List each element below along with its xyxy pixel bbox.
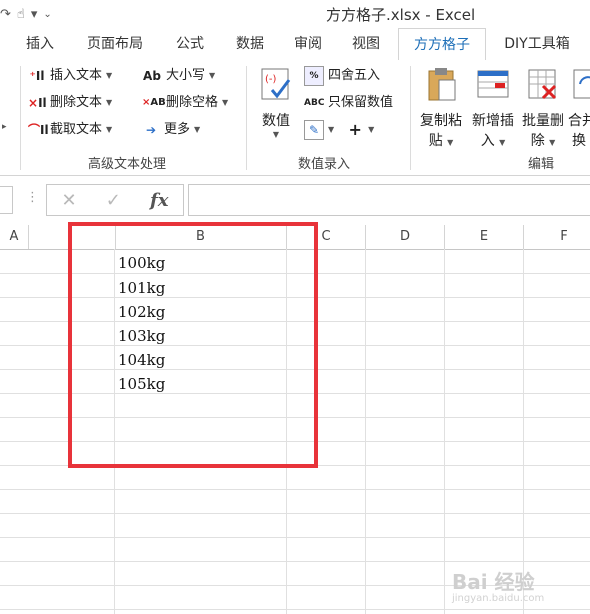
chevron-right-icon: ▸ bbox=[2, 122, 7, 132]
drag-handle-icon[interactable]: ⋮ bbox=[26, 190, 39, 205]
column-header-d[interactable]: D bbox=[366, 225, 445, 250]
highlight-box bbox=[68, 222, 318, 468]
insert-text-button[interactable]: ⁺Il 插入文本 ▼ bbox=[28, 65, 113, 87]
value-tools-row: ✎ ▼ + ▼ bbox=[304, 119, 374, 141]
batch-delete-button[interactable]: 批量删 除 ▼ bbox=[518, 66, 568, 150]
round-button[interactable]: % 四舍五入 bbox=[304, 65, 380, 87]
cancel-icon[interactable]: ✕ bbox=[62, 190, 77, 211]
keep-values-icon: ABC bbox=[304, 98, 325, 108]
grid-line bbox=[0, 489, 590, 490]
arrow-right-icon: ➔ bbox=[145, 123, 157, 137]
grid-line bbox=[0, 561, 590, 562]
grid-line bbox=[365, 249, 366, 614]
plus-icon[interactable]: + bbox=[346, 121, 364, 139]
name-box[interactable] bbox=[0, 186, 13, 214]
tab-insert[interactable]: 插入 bbox=[14, 28, 66, 60]
column-header-e[interactable]: E bbox=[445, 225, 524, 250]
case-icon: Ab bbox=[143, 69, 161, 83]
column-header-a[interactable]: A bbox=[0, 225, 29, 250]
quick-access-toolbar: ↷ ☝ ▾ ⌄ bbox=[0, 3, 52, 25]
copy-paste-button[interactable]: 复制粘 贴 ▼ bbox=[416, 66, 466, 150]
merge-button[interactable]: 合并 换 bbox=[568, 66, 590, 150]
formula-bar: ⋮ ✕ ✓ fx bbox=[0, 184, 590, 216]
watermark-domain: jingyan.baidu.com bbox=[452, 593, 545, 604]
svg-text:(-): (-) bbox=[265, 74, 277, 85]
grid-line bbox=[0, 513, 590, 514]
group-separator bbox=[410, 66, 411, 170]
window-title: 方方格子.xlsx - Excel bbox=[326, 6, 476, 24]
grid-line bbox=[444, 249, 445, 614]
delete-text-icon: ×Il bbox=[28, 96, 47, 110]
tab-fangfanggezi[interactable]: 方方格子 bbox=[398, 28, 486, 61]
enter-icon[interactable]: ✓ bbox=[106, 190, 121, 211]
group-label-edit: 编辑 bbox=[528, 157, 555, 172]
tab-view[interactable]: 视图 bbox=[340, 28, 392, 60]
value-button[interactable]: (-) 数值 ▼ bbox=[254, 66, 298, 139]
tab-review[interactable]: 审阅 bbox=[282, 28, 334, 60]
tab-formulas[interactable]: 公式 bbox=[164, 28, 216, 60]
group-label-value: 数值录入 bbox=[298, 157, 351, 172]
insert-row-icon bbox=[477, 70, 509, 98]
clipboard-icon bbox=[428, 68, 456, 101]
title-bar: ↷ ☝ ▾ ⌄ 方方格子.xlsx - Excel bbox=[0, 0, 590, 28]
redo-icon[interactable]: ↷ bbox=[0, 7, 11, 22]
baidu-logo: Bai 经验 bbox=[452, 570, 535, 594]
insert-function-icon[interactable]: fx bbox=[150, 190, 168, 211]
edit-table-icon[interactable]: ✎ bbox=[304, 120, 324, 140]
delete-spaces-icon: ×AB bbox=[142, 97, 166, 108]
insert-new-button[interactable]: 新增插 入 ▼ bbox=[468, 66, 518, 150]
tab-data[interactable]: 数据 bbox=[224, 28, 276, 60]
keep-values-button[interactable]: ABC 只保留数值 bbox=[304, 92, 393, 114]
case-button[interactable]: Ab 大小写 ▼ bbox=[142, 65, 215, 87]
qat-dropdown-icon[interactable]: ▾ bbox=[31, 7, 38, 22]
extract-text-button[interactable]: ⌒Il 截取文本 ▼ bbox=[28, 119, 112, 141]
tab-page-layout[interactable]: 页面布局 bbox=[76, 28, 154, 60]
grid-line bbox=[0, 537, 590, 538]
extract-text-icon: ⌒Il bbox=[28, 123, 49, 137]
more-button[interactable]: ➔ 更多 ▼ bbox=[142, 119, 200, 141]
batch-delete-icon bbox=[528, 69, 557, 100]
customize-qat-icon[interactable]: ⌄ bbox=[43, 9, 51, 20]
group-separator bbox=[20, 66, 21, 170]
formula-buttons: ✕ ✓ fx bbox=[46, 184, 184, 216]
tab-diy-toolbox[interactable]: DIY工具箱 bbox=[494, 28, 580, 60]
column-header-f[interactable]: F bbox=[524, 225, 590, 250]
formula-input[interactable] bbox=[188, 184, 590, 216]
ribbon: ▸ ⁺Il 插入文本 ▼ ×Il 删除文本 ▼ ⌒Il 截取文本 ▼ Ab 大小写 ▼ … bbox=[0, 60, 590, 176]
insert-text-icon: ⁺Il bbox=[29, 69, 45, 83]
touch-mode-icon[interactable]: ☝ bbox=[17, 7, 25, 22]
round-icon: % bbox=[304, 66, 324, 86]
group-separator bbox=[246, 66, 247, 170]
watermark: Bai 经验 jingyan.baidu.com bbox=[452, 566, 544, 604]
ribbon-tabs: 插入 页面布局 公式 数据 审阅 视图 方方格子 DIY工具箱 bbox=[0, 28, 590, 61]
value-icon: (-) bbox=[261, 68, 291, 100]
delete-spaces-button[interactable]: ×AB 删除空格 ▼ bbox=[142, 92, 228, 114]
merge-icon bbox=[573, 69, 590, 99]
grid-line bbox=[0, 609, 590, 610]
delete-text-button[interactable]: ×Il 删除文本 ▼ bbox=[28, 92, 112, 114]
group-label-text: 高级文本处理 bbox=[88, 157, 167, 172]
grid-line bbox=[523, 249, 524, 614]
